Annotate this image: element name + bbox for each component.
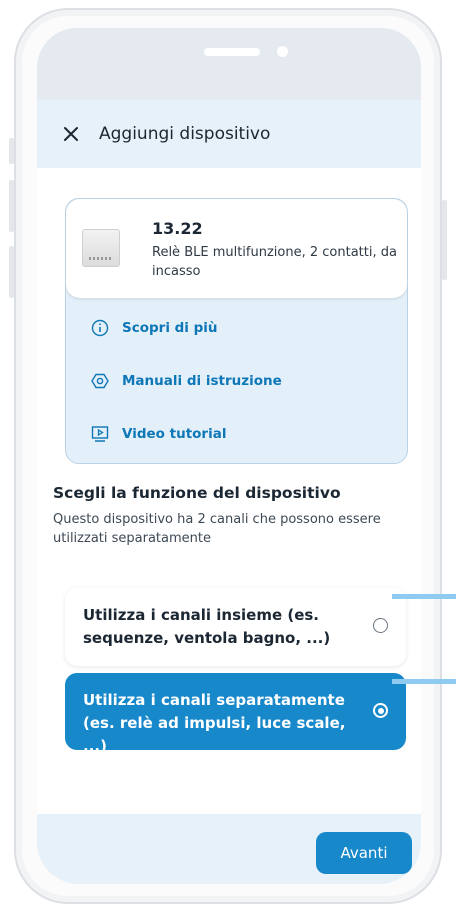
footer-bar: Avanti — [37, 814, 421, 884]
product-header: 13.22 Relè BLE multifunzione, 2 contatti… — [66, 199, 407, 298]
link-label: Video tutorial — [122, 426, 227, 442]
link-label: Scopri di più — [122, 320, 218, 336]
radio-selected[interactable] — [373, 703, 388, 718]
link-label: Manuali di istruzione — [122, 373, 282, 389]
notch-area — [37, 28, 421, 100]
product-description: Relè BLE multifunzione, 2 contatti, da i… — [152, 245, 397, 279]
option-label: Utilizza i canali separatamente (es. rel… — [83, 691, 346, 755]
close-icon[interactable] — [59, 122, 83, 146]
phone-power-button — [442, 200, 447, 280]
option-channels-together[interactable]: Utilizza i canali insieme (es. sequenze,… — [65, 588, 406, 666]
video-icon — [91, 426, 109, 442]
product-card: 13.22 Relè BLE multifunzione, 2 contatti… — [65, 198, 408, 464]
link-scopri-di-piu[interactable]: Scopri di più — [90, 318, 218, 338]
info-icon — [91, 319, 109, 337]
product-image — [82, 229, 120, 267]
link-video-tutorial[interactable]: Video tutorial — [90, 424, 226, 444]
app-bar: Aggiungi dispositivo — [37, 100, 421, 168]
link-manuali-di-istruzione[interactable]: Manuali di istruzione — [90, 371, 282, 391]
radio-unselected[interactable] — [373, 618, 388, 633]
option-label: Utilizza i canali insieme (es. sequenze,… — [83, 606, 331, 647]
manual-icon — [91, 373, 109, 389]
page-title: Aggiungi dispositivo — [99, 124, 271, 144]
main-content: 13.22 Relè BLE multifunzione, 2 contatti… — [37, 168, 421, 814]
product-code: 13.22 — [152, 219, 203, 238]
phone-volume-up-button — [9, 180, 14, 232]
front-camera — [277, 46, 288, 57]
callout-line-option-1 — [392, 594, 456, 599]
function-section-title: Scegli la funzione del dispositivo — [53, 484, 341, 502]
option-channels-separate[interactable]: Utilizza i canali separatamente (es. rel… — [65, 673, 406, 755]
function-section-description: Questo dispositivo ha 2 canali che posso… — [53, 512, 381, 546]
phone-side-button — [9, 138, 14, 164]
phone-screen: Aggiungi dispositivo 13.22 Relè BLE mult… — [37, 28, 421, 884]
next-button[interactable]: Avanti — [316, 832, 412, 874]
callout-line-option-2 — [392, 679, 456, 684]
speaker-grille — [204, 48, 260, 56]
phone-volume-down-button — [9, 246, 14, 298]
